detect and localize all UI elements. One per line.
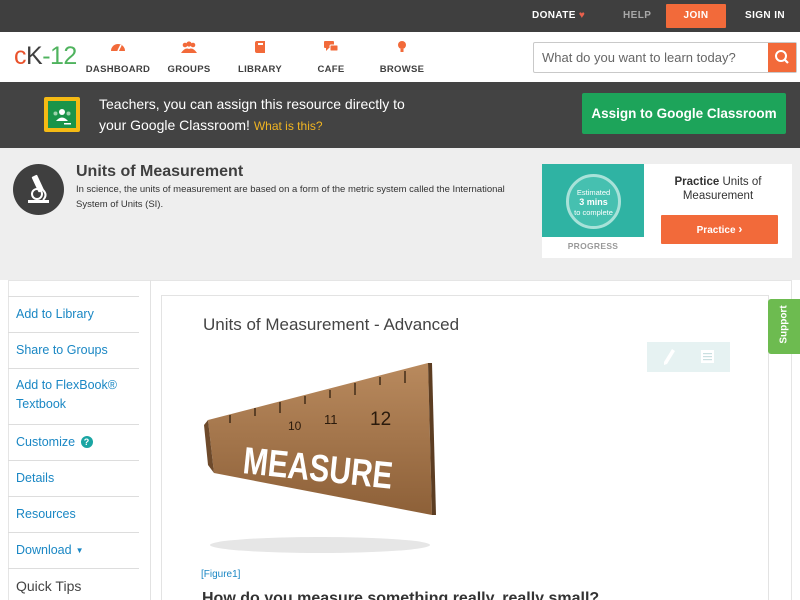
nav-library-label: LIBRARY [238,64,282,75]
donate-label: DONATE [532,10,576,21]
concept-description: In science, the units of measurement are… [76,184,505,210]
customize-label: Customize [16,435,76,449]
caret-down-icon: ▼ [75,546,84,555]
sidebar-item-share-to-groups[interactable]: Share to Groups [8,332,139,368]
notes-icon[interactable] [700,349,715,364]
practice-title: Practice Units of Measurement [654,175,782,203]
quick-tips-heading[interactable]: Quick Tips [8,568,139,598]
google-classroom-banner: Teachers, you can assign this resource d… [0,82,800,148]
sidebar-item-details[interactable]: Details [8,460,139,496]
sidebar-item-add-to-library[interactable]: Add to Library [8,296,139,332]
sidebar-item-add-to-flexbook[interactable]: Add to FlexBook® Textbook [8,368,139,424]
estimate-line3: to complete [574,208,613,217]
sidebar-item-customize[interactable]: Customize ? [8,424,139,460]
sign-in-link[interactable]: SIGN IN [745,0,785,32]
ruler-number-12: 12 [370,409,391,430]
dashboard-icon [111,44,125,52]
progress-label: PROGRESS [567,241,619,251]
logo-dash: - [42,42,51,70]
help-link[interactable]: HELP [623,0,651,32]
left-sidebar: Add to Library Share to Groups Add to Fl… [8,296,139,598]
ck12-logo[interactable]: cK-12 [14,42,77,71]
ruler-number-10: 10 [288,419,302,433]
download-label: Download [16,543,72,557]
estimate-line1: Estimated [576,188,611,197]
search-input[interactable] [534,43,768,72]
nav-browse[interactable]: BROWSE [367,40,437,77]
logo-c: c [14,42,27,70]
google-banner-text: Teachers, you can assign this resource d… [99,94,405,137]
flexbook-label-line2: Textbook [16,397,67,411]
donate-link[interactable]: DONATE ♥ [532,0,585,32]
nav-cafe-label: CAFE [317,64,345,75]
practice-progress-image: Estimated 3 mins to complete [542,164,644,237]
support-tab[interactable]: Support [768,299,800,354]
nav-groups[interactable]: GROUPS [154,40,224,77]
practice-card: Estimated 3 mins to complete PROGRESS Pr… [542,164,792,258]
nav-browse-label: BROWSE [379,64,425,75]
search-icon [775,50,789,64]
practice-button[interactable]: Practice › [661,215,778,244]
support-label: Support [778,305,790,344]
search-button[interactable] [768,43,796,72]
article-title: Units of Measurement - Advanced [203,315,460,334]
google-banner-line2: your Google Classroom! [99,117,250,133]
cafe-icon [324,41,339,52]
library-icon [255,41,265,53]
nav-dashboard-label: DASHBOARD [85,64,151,75]
browse-icon [398,41,406,52]
sidebar-item-download[interactable]: Download ▼ [8,532,139,568]
what-is-this-link[interactable]: What is this? [254,119,323,133]
logo-number: 12 [50,42,77,70]
groups-icon [181,41,197,53]
sidebar-item-resources[interactable]: Resources [8,496,139,532]
flexbook-label-line1: Add to FlexBook® [16,378,117,392]
concept-header: Units of Measurement In science, the uni… [0,148,800,280]
assign-google-classroom-button[interactable]: Assign to Google Classroom [582,93,786,134]
pencil-icon[interactable] [661,347,677,367]
estimate-badge: Estimated 3 mins to complete [566,174,621,229]
article-subheading: How do you measure something really, rea… [202,590,600,600]
top-bar: DONATE ♥ HELP JOIN SIGN IN [0,0,800,32]
nav-dashboard[interactable]: DASHBOARD [83,40,153,77]
nav-groups-label: GROUPS [167,64,211,75]
help-icon[interactable]: ? [80,436,93,448]
logo-k: K [26,42,43,70]
chevron-right-icon: › [738,222,743,236]
heart-icon: ♥ [578,10,586,21]
join-button[interactable]: JOIN [666,4,726,28]
article-tools [647,342,730,372]
concept-title: Units of Measurement [76,163,244,180]
search-box [533,42,797,73]
figure-caption-link[interactable]: [Figure1] [201,569,240,580]
nav-cafe[interactable]: CAFE [296,40,366,77]
main-header: cK-12 DASHBOARD GROUPS LIBRARY CAFE BROW… [0,32,800,82]
microscope-icon [13,164,64,215]
ruler-number-11: 11 [324,412,338,427]
nav-library[interactable]: LIBRARY [225,40,295,77]
google-classroom-icon [44,97,80,132]
practice-title-bold: Practice [674,176,720,188]
estimate-line2: 3 mins [579,197,608,207]
google-banner-line1: Teachers, you can assign this resource d… [99,96,405,112]
practice-button-label: Practice [696,225,736,236]
measure-ruler-image: 10 11 12 MEASURE [204,363,436,553]
sidebar-divider [150,280,151,600]
